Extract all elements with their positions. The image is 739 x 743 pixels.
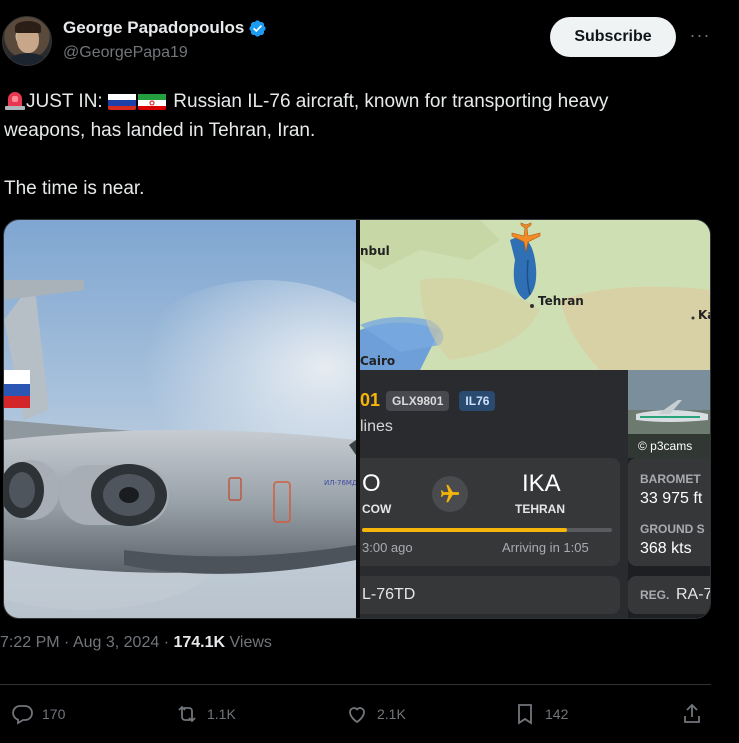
tweet-actions: 170 1.1K 2.1K 142 xyxy=(0,696,739,732)
reply-button[interactable]: 170 xyxy=(10,696,65,732)
like-button[interactable]: 2.1K xyxy=(345,696,406,732)
altitude-speed-card: BAROMET 33 975 ft GROUND S 368 kts xyxy=(628,458,710,566)
origin-city: COW xyxy=(362,502,392,516)
author-handle[interactable]: @GeorgePapa19 xyxy=(63,44,188,62)
more-options-icon[interactable]: ··· xyxy=(688,26,712,48)
origin-code: O xyxy=(362,470,381,497)
separator-dot: · xyxy=(64,634,70,651)
tweet-date[interactable]: Aug 3, 2024 xyxy=(73,634,159,651)
tweet-line-2: weapons, has landed in Tehran, Iran. xyxy=(4,120,316,141)
bookmark-count: 142 xyxy=(545,706,569,722)
divider xyxy=(0,684,711,685)
il76-aircraft-illustration: ИЛ-76МД-90 xyxy=(4,280,356,610)
siren-emoji-icon xyxy=(4,90,26,110)
tweet-stats: 7:22 PM · Aug 3, 2024 · 174.1K Views xyxy=(0,634,272,652)
bookmark-button[interactable]: 142 xyxy=(513,696,568,732)
reply-icon xyxy=(12,705,33,725)
flight-tracker-screenshot[interactable]: nbul Tehran Cairo Ka 01 GLX9801 IL76 lin… xyxy=(360,220,711,618)
map-label-ka: Ka xyxy=(698,308,710,322)
flight-progress-bar xyxy=(362,528,612,532)
map-label-tehran: Tehran xyxy=(538,294,584,308)
arrival-eta: Arriving in 1:05 xyxy=(502,540,589,555)
ground-speed-label: GROUND S xyxy=(640,522,705,536)
flight-progress-fill xyxy=(362,528,567,532)
like-count: 2.1K xyxy=(377,706,406,722)
destination-code: IKA xyxy=(522,470,561,497)
ground-speed: 368 kts xyxy=(640,540,692,557)
avatar-shirt xyxy=(8,53,48,65)
heart-icon xyxy=(349,707,365,724)
airline-name: lines xyxy=(360,418,393,435)
flight-id-row: 01 GLX9801 IL76 xyxy=(360,390,499,411)
repost-count: 1.1K xyxy=(207,706,236,722)
registration-card: REG. RA-7 xyxy=(628,576,711,614)
route-card: O COW IKA TEHRAN 3:00 ago Arriving in 1:… xyxy=(360,458,620,566)
aircraft-code-chip: IL76 xyxy=(459,390,496,411)
author-name-row[interactable]: George Papadopoulos xyxy=(63,18,267,38)
russia-flag-icon xyxy=(108,92,136,110)
tweet-line-1-text: Russian IL-76 aircraft, known for transp… xyxy=(173,91,609,112)
views-label: Views xyxy=(229,634,272,651)
flight-map: nbul Tehran Cairo Ka xyxy=(360,220,710,370)
flight-info-panel: 01 GLX9801 IL76 lines O COW IKA TEHRAN 3… xyxy=(360,370,628,618)
barometric-altitude: 33 975 ft xyxy=(640,490,703,507)
aircraft-type-card: L-76TD xyxy=(360,576,620,614)
verified-badge-icon[interactable] xyxy=(248,19,267,38)
plane-icon xyxy=(432,476,468,512)
tweet-header: George Papadopoulos @GeorgePapa19 Subscr… xyxy=(0,12,739,68)
map-label-istanbul: nbul xyxy=(360,244,390,258)
map-label-cairo: Cairo xyxy=(360,354,396,368)
tweet-line-3: The time is near. xyxy=(4,178,145,199)
share-button[interactable] xyxy=(680,696,704,732)
callsign-chip: GLX9801 xyxy=(386,390,450,411)
subscribe-button[interactable]: Subscribe xyxy=(550,17,676,57)
author-name[interactable]: George Papadopoulos xyxy=(63,18,244,38)
iran-flag-icon xyxy=(138,92,166,110)
registration-value: RA-7 xyxy=(676,586,711,603)
aircraft-photo[interactable]: ИЛ-76МД-90 xyxy=(4,220,356,618)
just-in-label: JUST IN: xyxy=(26,91,103,112)
svg-text:ИЛ-76МД-90: ИЛ-76МД-90 xyxy=(324,479,356,487)
avatar-hair xyxy=(15,21,41,33)
aircraft-thumbnail: © p3cams xyxy=(628,370,710,458)
registration-label: REG. xyxy=(640,588,670,602)
tweet-line-1: JUST IN: Russian IL-76 aircraft, known f… xyxy=(4,87,724,116)
departed-time: 3:00 ago xyxy=(362,540,413,555)
tweet-time[interactable]: 7:22 PM xyxy=(0,634,60,651)
destination-city: TEHRAN xyxy=(515,502,565,516)
separator-dot: · xyxy=(163,634,170,651)
aircraft-type: L-76TD xyxy=(362,586,416,603)
bookmark-icon xyxy=(518,704,532,725)
barometric-label: BAROMET xyxy=(640,472,701,486)
flight-number: 01 xyxy=(360,390,381,410)
tweet-gap xyxy=(4,145,724,174)
tweet-media[interactable]: ИЛ-76МД-90 nbul Tehran xyxy=(3,219,711,619)
views-count[interactable]: 174.1K xyxy=(173,634,225,651)
tweet-text: JUST IN: Russian IL-76 aircraft, known f… xyxy=(4,87,724,203)
share-icon xyxy=(684,703,700,723)
repost-button[interactable]: 1.1K xyxy=(175,696,236,732)
avatar[interactable] xyxy=(2,16,52,66)
repost-icon xyxy=(178,705,196,723)
reply-count: 170 xyxy=(42,706,66,722)
photo-credit: © p3cams xyxy=(628,434,710,458)
